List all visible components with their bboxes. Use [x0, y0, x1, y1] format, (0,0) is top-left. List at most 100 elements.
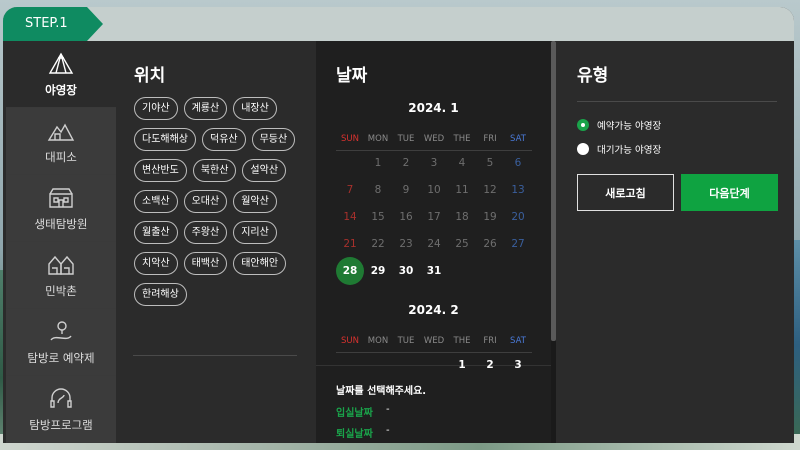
calendar-month-label: 2024. 2 — [408, 303, 459, 317]
calendar-day[interactable]: 25 — [448, 238, 476, 250]
location-chip[interactable]: 지리산 — [233, 221, 277, 244]
calendar-week: 14 15 16 17 18 19 20 — [336, 211, 546, 223]
reset-button[interactable]: 새로고침 — [577, 174, 674, 211]
location-chip[interactable]: 월출산 — [134, 221, 178, 244]
location-chip[interactable]: 무등산 — [251, 128, 296, 151]
nav-item-program[interactable]: 탐방프로그램 — [6, 376, 116, 443]
calendar-day[interactable]: 7 — [336, 184, 364, 196]
divider — [336, 352, 532, 353]
date-scrollbar[interactable] — [551, 41, 556, 443]
calendar-week: 21 22 23 24 25 26 27 — [336, 238, 546, 250]
weekday-header: SUN MON TUE WED THE FRI SAT — [336, 134, 546, 144]
radio-button[interactable] — [577, 119, 589, 131]
location-chip[interactable]: 월악산 — [233, 190, 277, 213]
location-chip[interactable]: 북한산 — [192, 159, 237, 182]
calendar-day[interactable]: 18 — [448, 211, 476, 223]
calendar-empty-cell — [476, 265, 504, 277]
nav-item-eco-center[interactable]: 생태탐방원 — [6, 175, 116, 242]
calendar-day[interactable]: 23 — [392, 238, 420, 250]
location-chip[interactable]: 치악산 — [134, 252, 178, 275]
location-chip[interactable]: 태안해안 — [233, 252, 287, 275]
location-chip[interactable]: 주왕산 — [183, 221, 228, 244]
checkout-value: - — [386, 425, 390, 436]
location-chip[interactable]: 내장산 — [233, 97, 277, 120]
calendar-day[interactable]: 3 — [420, 157, 448, 169]
calendar-day[interactable]: 20 — [504, 211, 532, 223]
nav-item-village[interactable]: 민박촌 — [6, 242, 116, 309]
scroll-thumb[interactable] — [551, 41, 556, 341]
calendar-day[interactable]: 29 — [364, 265, 392, 277]
calendar-week: 123456 — [336, 157, 546, 169]
location-chip[interactable]: 변산반도 — [134, 159, 187, 182]
selected-date-info: 날짜를 선택해주세요. 입실날짜 - 퇴실날짜 - — [316, 365, 551, 443]
radio-waitlist[interactable]: 대기가능 야영장 — [577, 142, 661, 156]
step-indicator: STEP.1 — [3, 7, 103, 41]
location-chip[interactable]: 소백산 — [134, 190, 178, 213]
calendar-day[interactable]: 10 — [420, 184, 448, 196]
calendar-day[interactable]: 27 — [504, 238, 532, 250]
location-chip[interactable]: 한려해상 — [134, 283, 187, 306]
calendar-day[interactable]: 22 — [364, 238, 392, 250]
divider — [336, 150, 532, 151]
calendar-day[interactable]: 6 — [504, 157, 532, 169]
calendar-day[interactable]: 8 — [364, 184, 392, 196]
calendar-empty-cell — [336, 359, 364, 371]
date-prompt: 날짜를 선택해주세요. — [336, 386, 427, 397]
calendar-day[interactable]: 3 — [504, 359, 532, 371]
location-chip[interactable]: 설악산 — [242, 159, 287, 182]
checkout-label: 퇴실날짜 — [336, 429, 373, 440]
nav-item-label: 탐방프로그램 — [29, 417, 93, 432]
program-icon — [46, 386, 76, 412]
nav-item-shelter[interactable]: 대피소 — [6, 108, 116, 175]
location-chip[interactable]: 태백산 — [183, 252, 228, 275]
radio-button[interactable] — [577, 143, 589, 155]
calendar-empty-cell — [448, 265, 476, 277]
weekday-label: WED — [423, 134, 445, 144]
calendar-empty-cell — [420, 359, 448, 371]
nav-item-campsite[interactable]: 야영장 — [6, 41, 116, 108]
calendar-month-label: 2024. 1 — [408, 101, 459, 115]
calendar-day[interactable]: 15 — [364, 211, 392, 223]
calendar-day[interactable]: 28 — [336, 265, 364, 277]
calendar-day[interactable]: 13 — [504, 184, 532, 196]
trail-icon — [46, 319, 76, 345]
calendar-day[interactable]: 1 — [364, 157, 392, 169]
shelter-icon — [46, 118, 76, 144]
calendar-day[interactable]: 31 — [420, 265, 448, 277]
divider — [577, 101, 777, 102]
calendar-day[interactable]: 30 — [392, 265, 420, 277]
location-chip[interactable]: 기야산 — [134, 97, 178, 120]
calendar-day[interactable]: 17 — [420, 211, 448, 223]
calendar-day[interactable]: 24 — [420, 238, 448, 250]
calendar-day[interactable]: 2 — [476, 359, 504, 371]
calendar-day[interactable]: 5 — [476, 157, 504, 169]
calendar-day[interactable]: 14 — [336, 211, 364, 223]
calendar-day[interactable]: 11 — [448, 184, 476, 196]
calendar-day[interactable]: 12 — [476, 184, 504, 196]
calendar-day[interactable]: 26 — [476, 238, 504, 250]
calendar-day[interactable]: 4 — [448, 157, 476, 169]
location-chip[interactable]: 덕유산 — [202, 128, 246, 151]
calendar-day[interactable]: 21 — [336, 238, 364, 250]
calendar-day[interactable]: 9 — [392, 184, 420, 196]
location-chip[interactable]: 다도해해상 — [134, 128, 196, 151]
weekday-header: SUN MON TUE WED THE FRI SAT — [336, 336, 546, 346]
weekday-label: TUE — [397, 134, 415, 144]
next-step-button[interactable]: 다음단계 — [681, 174, 778, 211]
weekday-label: THE — [453, 336, 471, 346]
calendar-day[interactable]: 1 — [448, 359, 476, 371]
village-icon — [46, 252, 76, 278]
calendar-day[interactable]: 2 — [392, 157, 420, 169]
date-panel[interactable]: 날짜 날짜를 선택해주세요. 입실날짜 - 퇴실날짜 - 2024. 1 SUN M… — [316, 41, 551, 443]
radio-available[interactable]: 예약가능 야영장 — [577, 118, 661, 132]
weekday-label: SUN — [341, 336, 359, 346]
location-chip[interactable]: 오대산 — [183, 190, 228, 213]
nav-item-label: 생태탐방원 — [34, 216, 88, 231]
calendar-day[interactable]: 19 — [476, 211, 504, 223]
calendar-week: 123 — [336, 359, 546, 371]
calendar-empty-cell — [364, 359, 392, 371]
location-chip[interactable]: 계룡산 — [183, 97, 228, 120]
nav-item-trail[interactable]: 탐방로 예약제 — [6, 309, 116, 376]
weekday-label: FRI — [483, 336, 497, 346]
calendar-day[interactable]: 16 — [392, 211, 420, 223]
